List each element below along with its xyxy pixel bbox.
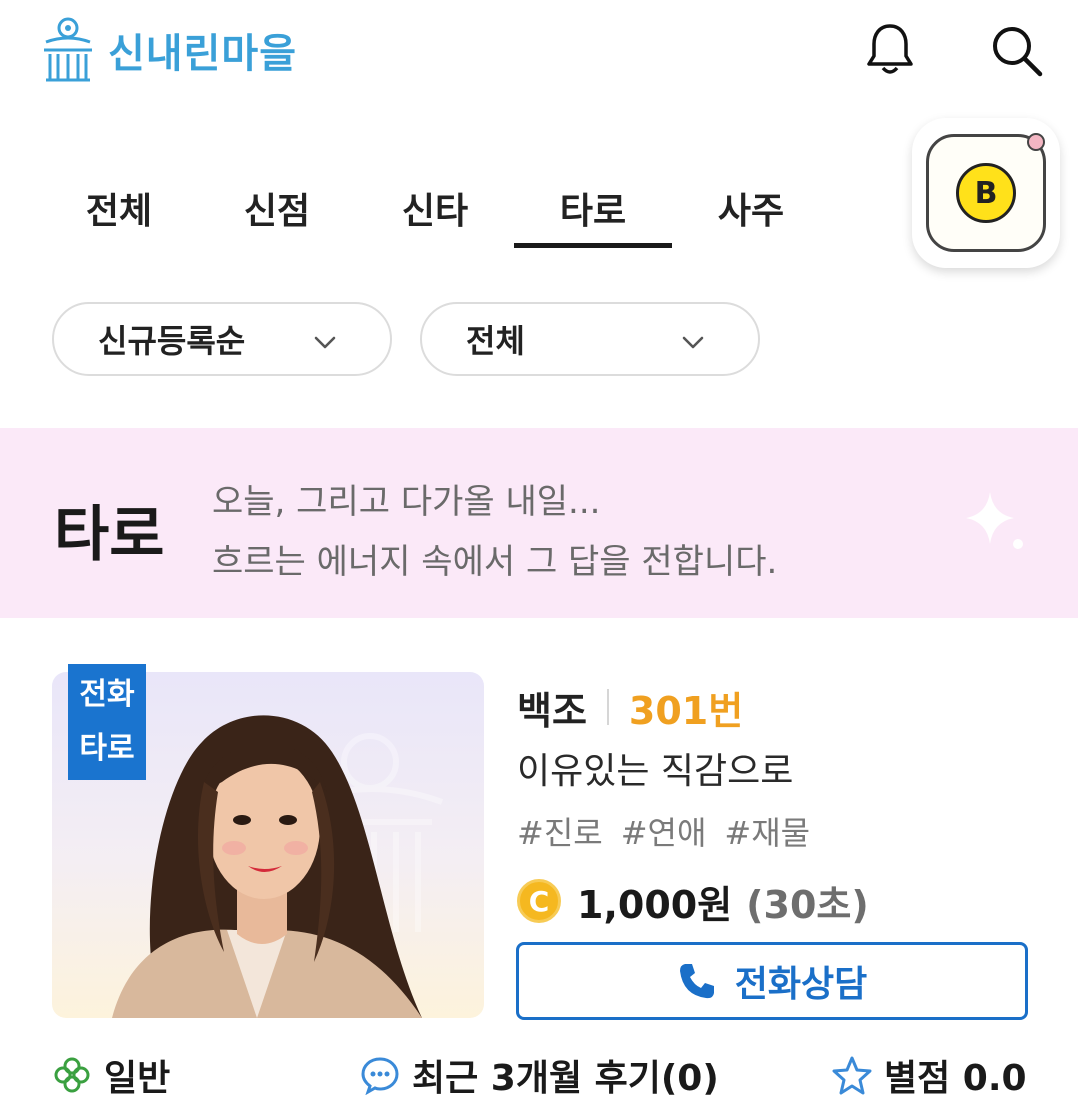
- phone-icon: [679, 964, 714, 999]
- chat-bubble-icon: [361, 1057, 399, 1095]
- bell-icon[interactable]: [860, 20, 920, 80]
- category-tabs: 전체 신점 신타 타로 사주: [40, 170, 830, 250]
- badge-line-2: 타로: [79, 731, 135, 766]
- tarot-banner: 타로 오늘, 그리고 다가올 내일... 흐르는 에너지 속에서 그 답을 전합…: [0, 428, 1078, 618]
- search-icon[interactable]: [986, 20, 1046, 80]
- kakao-frame: B: [926, 133, 1046, 252]
- rating-label: 별점 0.0: [884, 1058, 1027, 1099]
- clover-icon: [54, 1057, 90, 1093]
- price-row: C 1,000원 (30초): [517, 874, 869, 928]
- call-tarot-badge: 전화 타로: [68, 664, 146, 780]
- price-unit: (30초): [746, 882, 869, 927]
- logo-text: 신내린마을: [108, 31, 297, 77]
- app-header: 신내린마을: [0, 0, 1078, 110]
- banner-line-1: 오늘, 그리고 다가올 내일...: [212, 482, 601, 522]
- price-value: 1,000원: [577, 882, 733, 927]
- category-dropdown[interactable]: 전체: [420, 302, 760, 376]
- chevron-down-icon: [682, 336, 704, 349]
- notification-dot: [1027, 133, 1045, 151]
- hashtag[interactable]: #재물: [724, 808, 810, 854]
- reviews-label: 최근 3개월 후기(0): [412, 1058, 719, 1099]
- hashtag-list: #진로 #연애 #재물: [517, 808, 810, 854]
- kakao-chat-button[interactable]: B: [912, 118, 1060, 268]
- sparkle-icon: [966, 492, 1023, 549]
- phone-consult-button[interactable]: 전화상담: [516, 942, 1028, 1020]
- chevron-down-icon: [314, 336, 336, 349]
- sort-dropdown[interactable]: 신규등록순: [52, 302, 392, 376]
- hashtag[interactable]: #연애: [621, 808, 707, 854]
- kakao-b-icon: B: [956, 163, 1016, 223]
- star-icon: [832, 1056, 872, 1095]
- grade-stat: 일반: [52, 1050, 170, 1100]
- logo[interactable]: 신내린마을: [40, 16, 297, 84]
- tab-tarot[interactable]: 타로: [514, 170, 672, 250]
- category-dropdown-label: 전체: [466, 322, 525, 360]
- counselor-name-row: 백조 301번: [517, 680, 743, 734]
- counselor-number: 301번: [628, 688, 744, 733]
- divider: [606, 689, 609, 725]
- rating-stat: 별점 0.0: [832, 1050, 1027, 1100]
- phone-consult-label: 전화상담: [734, 964, 868, 1005]
- counselor-slogan: 이유있는 직감으로: [517, 751, 794, 792]
- logo-mark-icon: [44, 17, 92, 82]
- badge-line-1: 전화: [79, 677, 135, 712]
- reviews-stat[interactable]: 최근 3개월 후기(0): [360, 1050, 719, 1100]
- sort-dropdown-label: 신규등록순: [98, 322, 246, 360]
- tab-sinta[interactable]: 신타: [356, 170, 514, 250]
- hashtag[interactable]: #진로: [517, 808, 603, 854]
- banner-title: 타로: [54, 500, 165, 570]
- tab-saju[interactable]: 사주: [672, 170, 830, 250]
- coin-icon: C: [517, 879, 561, 923]
- banner-line-2: 흐르는 에너지 속에서 그 답을 전합니다.: [212, 542, 778, 582]
- counselor-name[interactable]: 백조: [517, 680, 587, 735]
- grade-label: 일반: [104, 1058, 171, 1099]
- tab-all[interactable]: 전체: [40, 170, 198, 250]
- tab-sinjeom[interactable]: 신점: [198, 170, 356, 250]
